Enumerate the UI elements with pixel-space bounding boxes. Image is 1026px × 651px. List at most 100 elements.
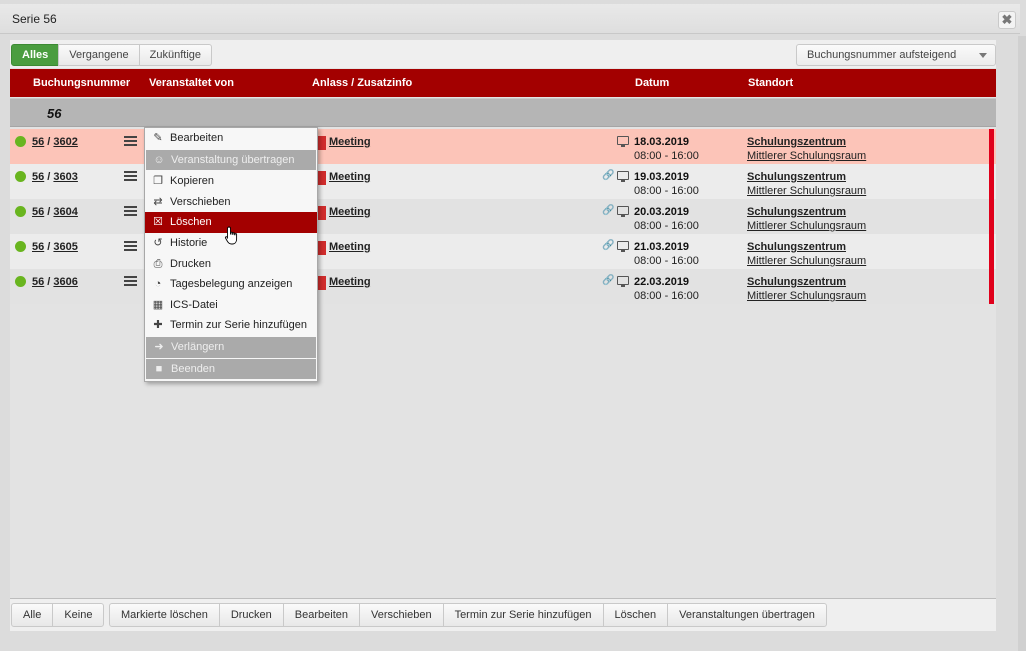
status-dot-icon (15, 171, 26, 182)
occasion-link[interactable]: Meeting (329, 241, 371, 253)
menu-item-day-view[interactable]: ◔ Tagesbelegung anzeigen (145, 274, 317, 295)
delete-button[interactable]: Löschen (602, 603, 669, 627)
row-side-bar (989, 129, 994, 164)
col-booking-number[interactable]: Buchungsnummer (33, 77, 130, 89)
add-to-series-button[interactable]: Termin zur Serie hinzufügen (442, 603, 604, 627)
row-side-bar (989, 164, 994, 199)
booking-date: 18.03.2019 (634, 136, 690, 148)
occasion-link[interactable]: Meeting (329, 136, 371, 148)
row-menu-icon[interactable] (124, 136, 137, 146)
booking-link[interactable]: 3605 (53, 241, 77, 253)
occasion-color-mark (317, 276, 326, 290)
row-menu-icon[interactable] (124, 171, 137, 181)
menu-item-label: Verschieben (170, 195, 231, 208)
series-group-row: 56 (10, 98, 996, 127)
trash-icon: ☒ (153, 216, 163, 229)
booking-link[interactable]: 3602 (53, 136, 77, 148)
col-date[interactable]: Datum (635, 77, 669, 89)
room-link[interactable]: Mittlerer Schulungsraum (747, 290, 866, 302)
copy-icon: ❐ (153, 175, 163, 188)
booking-link[interactable]: 3603 (53, 171, 77, 183)
select-all-button[interactable]: Alle (11, 603, 54, 627)
menu-item-label: Bearbeiten (170, 132, 224, 144)
location-link[interactable]: Schulungszentrum (747, 136, 846, 148)
col-location[interactable]: Standort (748, 77, 793, 89)
close-icon[interactable]: ✖ (998, 11, 1016, 29)
scrollbar[interactable] (1018, 36, 1026, 651)
occasion-color-mark (317, 171, 326, 185)
booking-number: 56 / 3603 (32, 171, 78, 183)
booking-number: 56 / 3606 (32, 276, 78, 288)
history-icon: ↺ (153, 236, 163, 249)
series-link[interactable]: 56 (32, 206, 44, 218)
stop-icon: ■ (155, 362, 163, 375)
hand-cursor-icon (224, 226, 238, 245)
delete-marked-button[interactable]: Markierte löschen (109, 603, 220, 627)
select-none-button[interactable]: Keine (52, 603, 105, 627)
booking-date: 21.03.2019 (634, 241, 690, 253)
room-link[interactable]: Mittlerer Schulungsraum (747, 150, 866, 162)
menu-item-ics[interactable]: ▦ ICS-Datei (145, 295, 317, 316)
row-side-bar (989, 199, 994, 234)
series-group-label: 56 (47, 106, 62, 121)
footer-toolbar: Alle Keine Markierte löschen Drucken Bea… (10, 598, 996, 631)
filter-all-button[interactable]: Alles (11, 44, 60, 66)
room-link[interactable]: Mittlerer Schulungsraum (747, 255, 866, 267)
calendar-icon: ▦ (152, 298, 164, 311)
row-menu-icon[interactable] (124, 206, 137, 216)
room-link[interactable]: Mittlerer Schulungsraum (747, 185, 866, 197)
location-link[interactable]: Schulungszentrum (747, 206, 846, 218)
booking-link[interactable]: 3604 (53, 206, 77, 218)
menu-item-copy[interactable]: ❐ Kopieren (145, 171, 317, 192)
menu-item-label: Verlängern (171, 340, 225, 353)
occasion-color-mark (317, 206, 326, 220)
filter-toolbar: Alles Vergangene Zukünftige Buchungsnumm… (10, 40, 996, 68)
monitor-icon (617, 206, 629, 217)
booking-date: 22.03.2019 (634, 276, 690, 288)
series-link[interactable]: 56 (32, 136, 44, 148)
monitor-icon (617, 276, 629, 287)
print-button[interactable]: Drucken (218, 603, 284, 627)
filter-future-button[interactable]: Zukünftige (138, 44, 213, 66)
location-link[interactable]: Schulungszentrum (747, 276, 846, 288)
row-menu-icon[interactable] (124, 276, 137, 286)
menu-item-label: Kopieren (170, 175, 215, 188)
occasion-link[interactable]: Meeting (329, 171, 371, 183)
row-menu-icon[interactable] (124, 241, 137, 251)
edit-button[interactable]: Bearbeiten (282, 603, 361, 627)
row-context-menu: ✎ Bearbeiten ☺ Veranstaltung übertragen ❐ K… (144, 127, 318, 382)
occasion-color-mark (317, 241, 326, 255)
menu-item-move[interactable]: ⇄ Verschieben (145, 192, 317, 213)
time-filter-group: Alles Vergangene Zukünftige (11, 44, 213, 66)
status-dot-icon (15, 206, 26, 217)
plus-icon: ✚ (153, 319, 163, 332)
menu-item-print[interactable]: ⎙ Drucken (145, 254, 317, 275)
room-link[interactable]: Mittlerer Schulungsraum (747, 220, 866, 232)
filter-past-button[interactable]: Vergangene (58, 44, 140, 66)
transfer-events-button[interactable]: Veranstaltungen übertragen (667, 603, 827, 627)
action-button-group: Markierte löschen Drucken Bearbeiten Ver… (109, 603, 827, 627)
series-link[interactable]: 56 (32, 276, 44, 288)
menu-item-extend: ➜ Verlängern (146, 336, 316, 358)
series-link[interactable]: 56 (32, 171, 44, 183)
booking-link[interactable]: 3606 (53, 276, 77, 288)
occasion-link[interactable]: Meeting (329, 206, 371, 218)
move-button[interactable]: Verschieben (359, 603, 444, 627)
menu-item-end: ■ Beenden (146, 358, 316, 380)
monitor-icon (617, 241, 629, 252)
booking-time: 08:00 - 16:00 (634, 255, 699, 267)
menu-item-edit[interactable]: ✎ Bearbeiten (145, 128, 317, 149)
table-header: Buchungsnummer Veranstaltet von Anlass /… (10, 69, 996, 97)
sort-select[interactable]: Buchungsnummer aufsteigend (796, 44, 996, 66)
arrow-right-icon: ➜ (154, 340, 164, 353)
menu-item-add-to-series[interactable]: ✚ Termin zur Serie hinzufügen (145, 315, 317, 336)
col-organizer[interactable]: Veranstaltet von (149, 77, 234, 89)
occasion-link[interactable]: Meeting (329, 276, 371, 288)
series-link[interactable]: 56 (32, 241, 44, 253)
row-side-bar (989, 269, 994, 304)
booking-time: 08:00 - 16:00 (634, 290, 699, 302)
location-link[interactable]: Schulungszentrum (747, 171, 846, 183)
location-link[interactable]: Schulungszentrum (747, 241, 846, 253)
status-dot-icon (15, 241, 26, 252)
col-occasion[interactable]: Anlass / Zusatzinfo (312, 77, 412, 89)
